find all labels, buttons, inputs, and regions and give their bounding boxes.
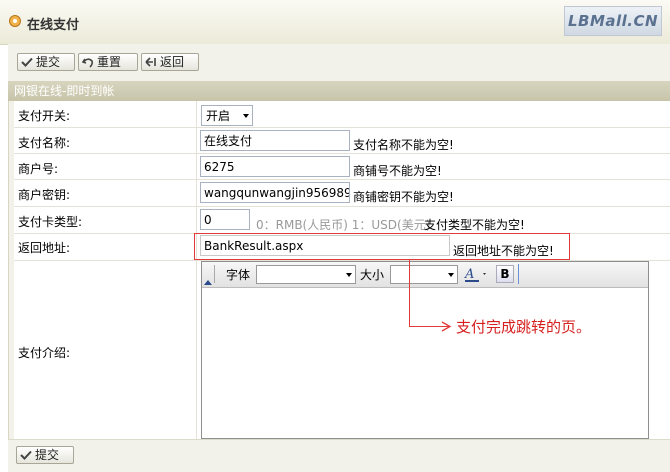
top-toolbar: 提交 重置 返回 bbox=[8, 44, 670, 82]
check-icon bbox=[20, 450, 32, 460]
bold-button-label: B bbox=[500, 267, 510, 281]
check-icon bbox=[21, 57, 33, 67]
annotation-arrow-icon bbox=[441, 321, 452, 332]
intro-label: 支付介绍: bbox=[18, 346, 71, 360]
name-hint: 支付名称不能为空! bbox=[353, 138, 454, 152]
font-color-icon[interactable]: A bbox=[464, 266, 490, 283]
section-header: 网银在线-即时到帐 bbox=[8, 81, 670, 101]
bold-button[interactable]: B bbox=[496, 265, 514, 283]
switch-label: 支付开关: bbox=[18, 109, 71, 123]
submit-button-label: 提交 bbox=[36, 55, 61, 69]
back-arrow-icon bbox=[145, 57, 156, 67]
chevron-down-icon bbox=[346, 273, 352, 277]
annotation-text: 支付完成跳转的页。 bbox=[456, 318, 592, 336]
reset-button-label: 重置 bbox=[97, 55, 122, 69]
back-button[interactable]: 返回 bbox=[141, 53, 199, 71]
editor-toolbar: 字体 大小 A B bbox=[202, 262, 648, 288]
editor-separator bbox=[214, 265, 215, 283]
submit-button[interactable]: 提交 bbox=[17, 53, 75, 71]
return-url-label: 返回地址: bbox=[18, 241, 71, 255]
card-type-input[interactable]: 0 bbox=[200, 209, 250, 230]
return-url-highlight bbox=[194, 233, 570, 260]
row-card-type: 支付卡类型: 0 0：RMB(人民币) 1：USD(美元) 支付类型不能为空! bbox=[14, 206, 670, 234]
chevron-down-icon bbox=[243, 114, 249, 118]
row-merchant-id: 商户号: 6275 商铺号不能为空! bbox=[14, 153, 670, 180]
merchant-key-input[interactable]: wangqunwangjin95698905 bbox=[200, 182, 350, 203]
gear-icon bbox=[9, 15, 21, 27]
name-input[interactable]: 在线支付 bbox=[200, 130, 350, 151]
name-label: 支付名称: bbox=[18, 136, 71, 150]
row-switch: 支付开关: 开启 bbox=[14, 101, 670, 128]
size-select[interactable] bbox=[390, 265, 458, 284]
card-type-note: 0：RMB(人民币) 1：USD(美元) bbox=[256, 218, 431, 232]
footer-submit-button[interactable]: 提交 bbox=[16, 446, 74, 464]
chevron-down-icon bbox=[448, 273, 454, 277]
switch-select[interactable]: 开启 bbox=[201, 105, 253, 126]
merchant-id-hint: 商铺号不能为空! bbox=[353, 164, 442, 178]
brand-logo: LBMall.CN bbox=[564, 6, 662, 36]
merchant-key-hint: 商铺密钥不能为空! bbox=[353, 190, 454, 204]
collapse-icon[interactable] bbox=[204, 279, 212, 285]
footer-submit-label: 提交 bbox=[35, 448, 60, 462]
row-name: 支付名称: 在线支付 支付名称不能为空! bbox=[14, 127, 670, 154]
annotation-line-vertical bbox=[409, 260, 410, 326]
intro-editor[interactable]: 字体 大小 A B bbox=[201, 261, 649, 439]
bottom-toolbar: 提交 bbox=[8, 439, 670, 472]
size-label: 大小 bbox=[360, 268, 385, 282]
card-type-hint: 支付类型不能为空! bbox=[424, 218, 525, 232]
editor-separator bbox=[518, 264, 519, 284]
card-type-label: 支付卡类型: bbox=[18, 215, 83, 229]
merchant-id-label: 商户号: bbox=[18, 162, 59, 176]
window-title: 在线支付 bbox=[27, 18, 80, 33]
undo-icon bbox=[82, 57, 94, 68]
svg-text:A: A bbox=[464, 267, 474, 282]
row-merchant-key: 商户密钥: wangqunwangjin95698905 商铺密钥不能为空! bbox=[14, 179, 670, 207]
merchant-key-label: 商户密钥: bbox=[18, 188, 71, 202]
merchant-id-input[interactable]: 6275 bbox=[200, 156, 350, 177]
switch-value: 开启 bbox=[206, 109, 231, 123]
reset-button[interactable]: 重置 bbox=[78, 53, 138, 71]
window-titlebar: 在线支付 LBMall.CN bbox=[0, 0, 670, 45]
font-select[interactable] bbox=[256, 265, 356, 284]
back-button-label: 返回 bbox=[160, 55, 185, 69]
font-label: 字体 bbox=[226, 268, 251, 282]
